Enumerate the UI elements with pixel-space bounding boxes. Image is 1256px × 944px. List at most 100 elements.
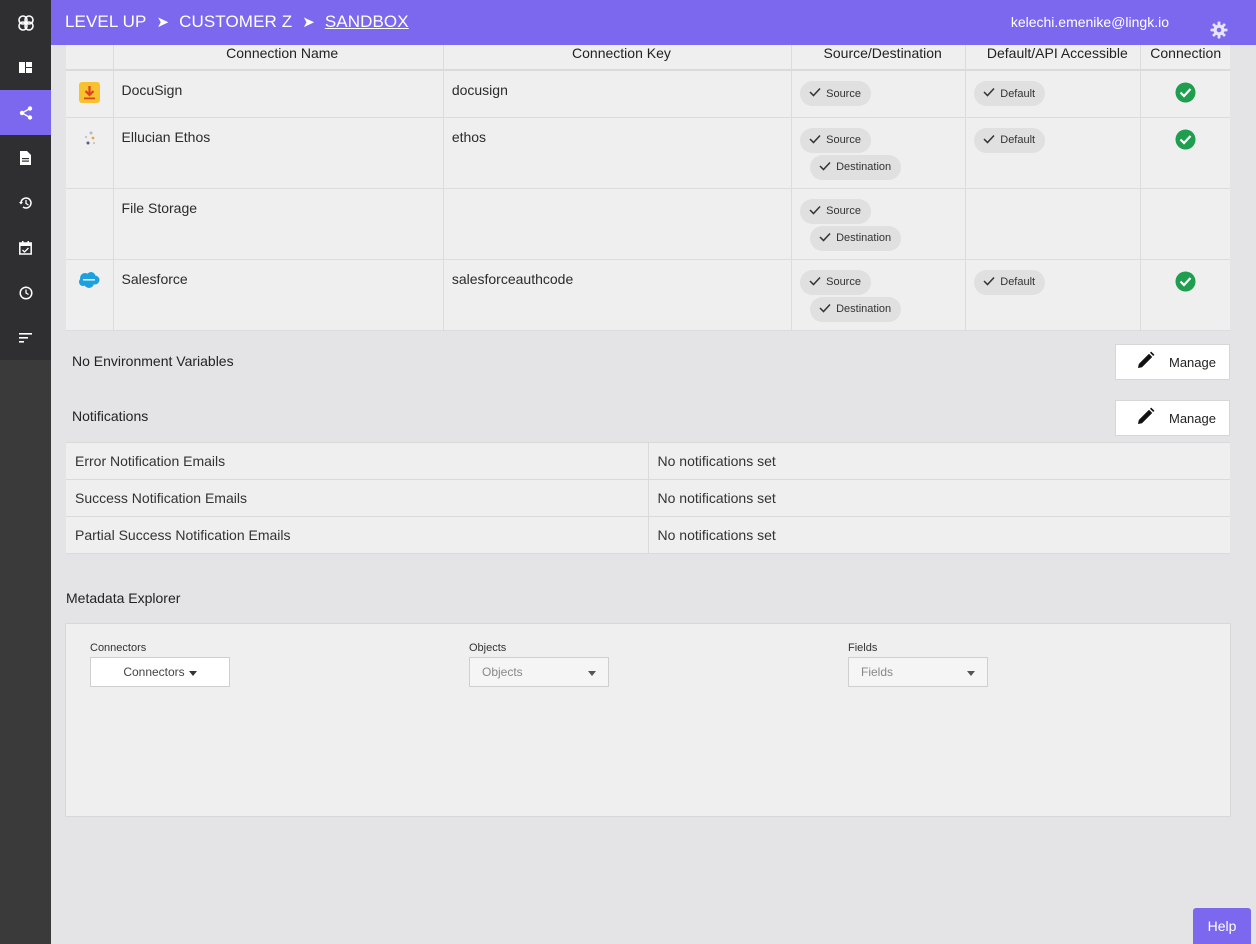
clock-icon xyxy=(18,285,33,300)
column-header-name[interactable]: Connection Name xyxy=(113,45,444,71)
table-row: Partial Success Notification Emails No n… xyxy=(66,516,1230,554)
sidebar-item-history[interactable] xyxy=(0,180,51,225)
notification-type: Partial Success Notification Emails xyxy=(66,516,649,554)
check-icon xyxy=(819,303,831,316)
source-chip: Source xyxy=(800,127,871,153)
source-chip: Source xyxy=(800,269,871,295)
column-header-default[interactable]: Default/API Accessible xyxy=(965,45,1142,71)
column-header-connection[interactable]: Connection xyxy=(1140,45,1230,71)
connectors-field: Connectors Connectors xyxy=(90,642,230,687)
check-icon xyxy=(983,276,995,289)
manage-env-button[interactable]: Manage xyxy=(1115,344,1230,380)
caret-down-icon xyxy=(967,665,975,679)
objects-label: Objects xyxy=(469,642,507,654)
lingk-logo-icon[interactable] xyxy=(0,0,51,45)
connection-name: File Storage xyxy=(113,188,444,260)
connected-check-icon xyxy=(1175,82,1196,106)
metadata-explorer-title: Metadata Explorer xyxy=(66,590,181,606)
connectors-label: Connectors xyxy=(90,642,147,654)
check-icon xyxy=(983,87,995,100)
default-chip: Default xyxy=(974,81,1046,106)
fields-dropdown[interactable]: Fields xyxy=(848,657,988,687)
check-icon xyxy=(809,134,821,147)
notifications-label: Notifications xyxy=(72,408,149,424)
caret-down-icon xyxy=(588,665,596,679)
notification-type: Success Notification Emails xyxy=(66,479,649,517)
default-chip: Default xyxy=(974,269,1046,295)
sidebar-item-recent[interactable] xyxy=(0,270,51,315)
table-row[interactable]: Ellucian Ethos ethos Source Destination … xyxy=(66,117,1230,189)
table-row[interactable]: File Storage Source Destination xyxy=(66,188,1230,260)
sidebar-item-connections[interactable] xyxy=(0,90,51,135)
ellucian-logo-icon xyxy=(79,129,100,153)
connectors-dropdown[interactable]: Connectors xyxy=(90,657,230,687)
docusign-logo-icon xyxy=(78,82,100,106)
breadcrumb-separator-icon: ➤ xyxy=(302,14,315,31)
gear-icon[interactable] xyxy=(1210,21,1228,44)
help-button[interactable]: Help xyxy=(1193,908,1251,944)
default-chip: Default xyxy=(974,127,1046,153)
check-icon xyxy=(809,276,821,289)
check-icon xyxy=(819,232,831,245)
source-chip: Source xyxy=(800,198,871,224)
check-icon xyxy=(809,205,821,218)
fields-field: Fields Fields xyxy=(848,642,988,687)
sidebar-item-sort[interactable] xyxy=(0,315,51,360)
connection-key xyxy=(443,188,793,260)
env-variables-label: No Environment Variables xyxy=(72,353,234,369)
destination-chip: Destination xyxy=(810,296,902,322)
calendar-icon xyxy=(19,240,32,255)
manage-notifications-button[interactable]: Manage xyxy=(1115,400,1230,436)
notifications-table: Error Notification Emails No notificatio… xyxy=(66,442,1230,554)
source-chip: Source xyxy=(800,81,871,106)
share-icon xyxy=(19,105,33,120)
top-bar: LEVEL UP ➤ CUSTOMER Z ➤ SANDBOX kelechi.… xyxy=(51,0,1256,45)
breadcrumb: LEVEL UP ➤ CUSTOMER Z ➤ SANDBOX xyxy=(65,12,409,32)
pencil-icon xyxy=(1136,351,1155,373)
connected-check-icon xyxy=(1175,271,1196,295)
notification-value: No notifications set xyxy=(648,516,1230,554)
check-icon xyxy=(809,87,821,100)
sidebar-item-documents[interactable] xyxy=(0,135,51,180)
notification-value: No notifications set xyxy=(648,479,1230,517)
connection-key: salesforceauthcode xyxy=(443,259,793,331)
breadcrumb-level-up[interactable]: LEVEL UP xyxy=(65,12,146,32)
check-icon xyxy=(819,161,831,174)
notification-value: No notifications set xyxy=(648,442,1230,480)
table-row[interactable]: Salesforce salesforceauthcode Source Des… xyxy=(66,259,1230,331)
breadcrumb-environment[interactable]: SANDBOX xyxy=(325,12,409,32)
connection-key: docusign xyxy=(443,70,793,118)
connection-name: DocuSign xyxy=(113,70,444,118)
document-icon xyxy=(20,150,31,165)
connections-table: Connection Name Connection Key Source/De… xyxy=(66,45,1230,331)
check-icon xyxy=(983,134,995,147)
destination-chip: Destination xyxy=(810,154,902,180)
caret-down-icon xyxy=(188,665,197,679)
table-row: Success Notification Emails No notificat… xyxy=(66,479,1230,517)
connection-name: Ellucian Ethos xyxy=(113,117,444,189)
salesforce-logo-icon xyxy=(78,271,100,292)
table-row[interactable]: DocuSign docusign Source Default xyxy=(66,70,1230,118)
sort-icon xyxy=(19,332,32,343)
table-row: Error Notification Emails No notificatio… xyxy=(66,442,1230,480)
metadata-explorer-panel: Connectors Connectors Objects Objects Fi… xyxy=(65,623,1231,817)
table-header-row: Connection Name Connection Key Source/De… xyxy=(66,45,1230,71)
sidebar-item-dashboard[interactable] xyxy=(0,45,51,90)
user-email[interactable]: kelechi.emenike@lingk.io xyxy=(1011,14,1169,30)
objects-field: Objects Objects xyxy=(469,642,609,687)
connected-check-icon xyxy=(1175,129,1196,153)
sidebar xyxy=(0,0,51,944)
column-header-source-destination[interactable]: Source/Destination xyxy=(791,45,967,71)
column-header-key[interactable]: Connection Key xyxy=(443,45,793,71)
sidebar-item-schedule[interactable] xyxy=(0,225,51,270)
fields-label: Fields xyxy=(848,642,878,654)
connection-name: Salesforce xyxy=(113,259,444,331)
column-header-logo xyxy=(66,45,114,71)
breadcrumb-separator-icon: ➤ xyxy=(156,14,170,31)
notification-type: Error Notification Emails xyxy=(66,442,649,480)
sidebar-nav xyxy=(0,0,51,360)
connection-key: ethos xyxy=(443,117,793,189)
dashboard-icon xyxy=(19,62,32,73)
breadcrumb-customer[interactable]: CUSTOMER Z xyxy=(179,12,292,32)
objects-dropdown[interactable]: Objects xyxy=(469,657,609,687)
